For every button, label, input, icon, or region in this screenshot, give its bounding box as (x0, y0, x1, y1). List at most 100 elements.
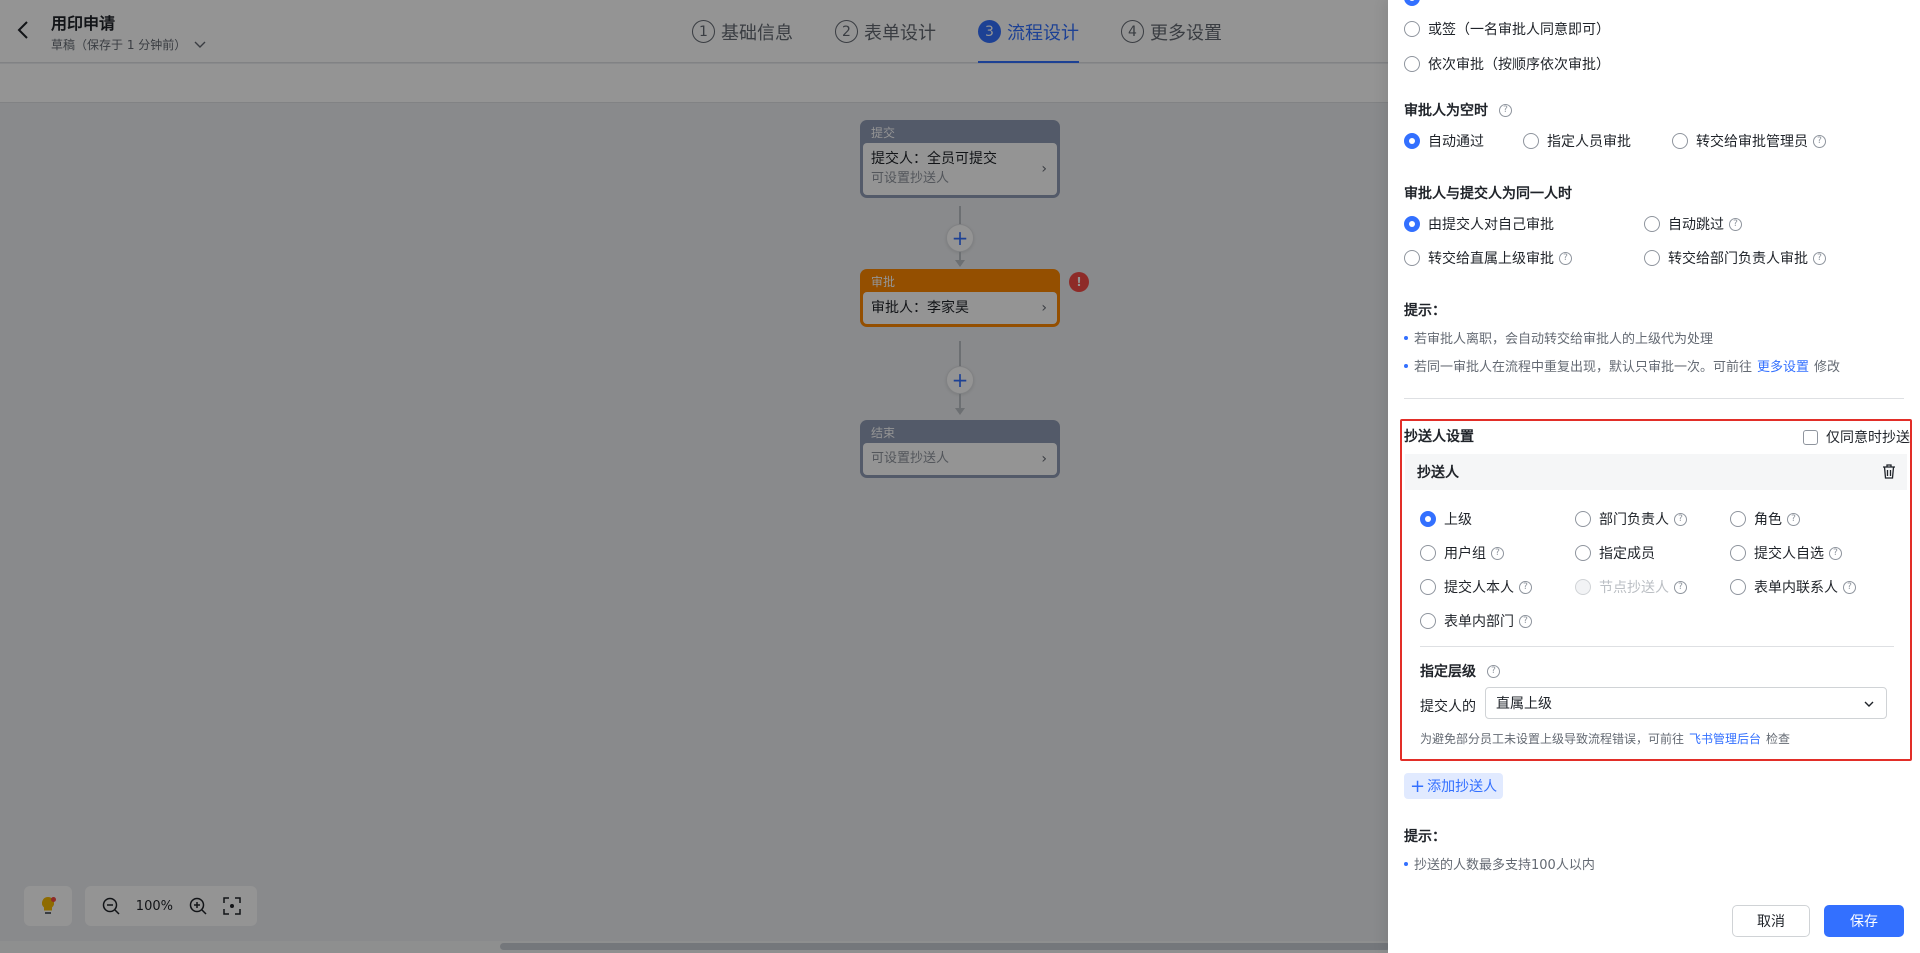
radio-label: 转交给审批管理员 (1696, 134, 1808, 150)
level-select[interactable]: 直属上级 (1485, 687, 1887, 719)
radio-dot (1672, 133, 1688, 149)
radio-label: 表单内联系人 (1754, 580, 1838, 596)
radio-dot (1404, 250, 1420, 266)
radio-dot (1730, 579, 1746, 595)
radio-label: 提交人自选 (1754, 546, 1824, 562)
radio-cc-superior[interactable]: 上级 (1420, 509, 1472, 529)
radio-dot (1644, 216, 1660, 232)
radio-label: 或签（一名审批人同意即可） (1428, 22, 1610, 38)
help-icon[interactable]: ? (1843, 580, 1856, 594)
help-icon[interactable]: ? (1519, 580, 1532, 594)
section-title-text: 指定层级 (1420, 664, 1476, 680)
radio-dot (1404, 56, 1420, 72)
radio-dot (1404, 0, 1420, 6)
bullet (1404, 335, 1408, 340)
radio-cc-form-dept[interactable]: 表单内部门? (1420, 611, 1532, 631)
modal-overlay[interactable] (0, 0, 1388, 953)
radio-cc-form-contact[interactable]: 表单内联系人? (1730, 577, 1856, 597)
help-icon[interactable]: ? (1674, 580, 1687, 594)
radio-auto-skip[interactable]: 自动跳过? (1644, 214, 1742, 234)
hint-prefix: 为避免部分员工未设置上级导致流程错误，可前往 (1420, 732, 1685, 746)
only-agree-cc-checkbox[interactable]: 仅同意时抄送 (1803, 427, 1910, 447)
radio-cc-user-group[interactable]: 用户组? (1420, 543, 1504, 563)
checkbox-label: 仅同意时抄送 (1826, 430, 1910, 446)
help-icon[interactable]: ? (1519, 614, 1532, 628)
help-icon[interactable]: ? (1829, 546, 1842, 560)
radio-dot (1575, 579, 1591, 595)
checkbox-box (1803, 429, 1818, 445)
help-icon[interactable]: ? (1813, 251, 1826, 265)
radio-label: 上级 (1444, 512, 1472, 528)
radio-cc-node-cc: 节点抄送人? (1575, 577, 1687, 597)
radio-or-sign[interactable]: 或签（一名审批人同意即可） (1404, 19, 1610, 39)
trash-icon[interactable] (1881, 463, 1897, 484)
radio-label: 表单内部门 (1444, 614, 1514, 630)
tip-text: 抄送的人数最多支持100人以内 (1414, 858, 1595, 873)
help-icon[interactable]: ? (1559, 251, 1572, 265)
radio-label: 指定成员 (1599, 546, 1655, 562)
radio-dept-head[interactable]: 转交给部门负责人审批? (1644, 248, 1826, 268)
radio-sequential[interactable]: 依次审批（按顺序依次审批） (1404, 54, 1610, 74)
radio-cc-submitter-self[interactable]: 提交人本人? (1420, 577, 1532, 597)
help-icon[interactable]: ? (1674, 512, 1687, 526)
radio-dot (1404, 21, 1420, 37)
radio-dot (1730, 545, 1746, 561)
help-icon[interactable]: ? (1487, 664, 1500, 678)
radio-dot (1404, 133, 1420, 149)
section-title-text: 审批人与提交人为同一人时 (1404, 186, 1572, 202)
hint-suffix: 检查 (1766, 732, 1791, 746)
radio-label: 角色 (1754, 512, 1782, 528)
radio-label: 依次审批（按顺序依次审批） (1428, 57, 1610, 73)
tip-suffix: 修改 (1814, 360, 1841, 375)
help-icon[interactable]: ? (1499, 103, 1512, 117)
tips-title: 提示： (1404, 829, 1446, 845)
tip-text: 若同一审批人在流程中重复出现，默认只审批一次。可前往 (1414, 360, 1753, 375)
radio-label: 自动通过 (1428, 134, 1484, 150)
radio-dot (1575, 511, 1591, 527)
radio-dot (1730, 511, 1746, 527)
radio-direct-superior[interactable]: 转交给直属上级审批? (1404, 248, 1572, 268)
cc-card-title: 抄送人 (1417, 465, 1459, 481)
level-hint: 为避免部分员工未设置上级导致流程错误，可前往 飞书管理后台 检查 (1420, 730, 1790, 747)
radio-self-approve[interactable]: 由提交人对自己审批 (1404, 214, 1554, 234)
help-icon[interactable]: ? (1813, 134, 1826, 148)
radio-label: 部门负责人 (1599, 512, 1669, 528)
radio-transfer-admin[interactable]: 转交给审批管理员? (1672, 131, 1826, 151)
save-button[interactable]: 保存 (1824, 905, 1904, 937)
plus-icon: + (1410, 775, 1426, 797)
radio-all-sign[interactable] (1404, 0, 1428, 6)
divider (1420, 646, 1894, 647)
radio-dot (1420, 545, 1436, 561)
section-title-text: 审批人为空时 (1404, 103, 1488, 119)
add-cc-button[interactable]: + 添加抄送人 (1404, 773, 1504, 799)
radio-dot (1523, 133, 1539, 149)
bullet (1404, 363, 1408, 368)
radio-cc-submitter-choose[interactable]: 提交人自选? (1730, 543, 1842, 563)
radio-cc-role[interactable]: 角色? (1730, 509, 1800, 529)
chevron-down-icon (1864, 701, 1874, 707)
more-settings-link[interactable]: 更多设置 (1757, 356, 1809, 375)
radio-label: 提交人本人 (1444, 580, 1514, 596)
radio-label: 由提交人对自己审批 (1428, 217, 1554, 233)
radio-auto-pass[interactable]: 自动通过 (1404, 131, 1484, 151)
radio-dot (1420, 511, 1436, 527)
radio-dot (1575, 545, 1591, 561)
radio-cc-specified-member[interactable]: 指定成员 (1575, 543, 1655, 563)
help-icon[interactable]: ? (1787, 512, 1800, 526)
level-prefix: 提交人的 (1420, 699, 1476, 715)
same-person-title: 审批人与提交人为同一人时 (1404, 183, 1572, 203)
radio-cc-dept-head[interactable]: 部门负责人? (1575, 509, 1687, 529)
level-select-value: 直属上级 (1496, 696, 1552, 712)
radio-label: 自动跳过 (1668, 217, 1724, 233)
cancel-button[interactable]: 取消 (1732, 905, 1810, 937)
radio-label: 用户组 (1444, 546, 1486, 562)
help-icon[interactable]: ? (1491, 546, 1504, 560)
radio-dot (1644, 250, 1660, 266)
node-settings-panel: 或签（一名审批人同意即可） 依次审批（按顺序依次审批） 审批人为空时? 自动通过… (1388, 0, 1920, 953)
radio-specified-person[interactable]: 指定人员审批 (1523, 131, 1631, 151)
admin-console-link[interactable]: 飞书管理后台 (1689, 730, 1761, 747)
help-icon[interactable]: ? (1729, 217, 1742, 231)
cc-card-header: 抄送人 (1405, 454, 1907, 490)
divider (1404, 398, 1904, 399)
radio-label: 指定人员审批 (1547, 134, 1631, 150)
